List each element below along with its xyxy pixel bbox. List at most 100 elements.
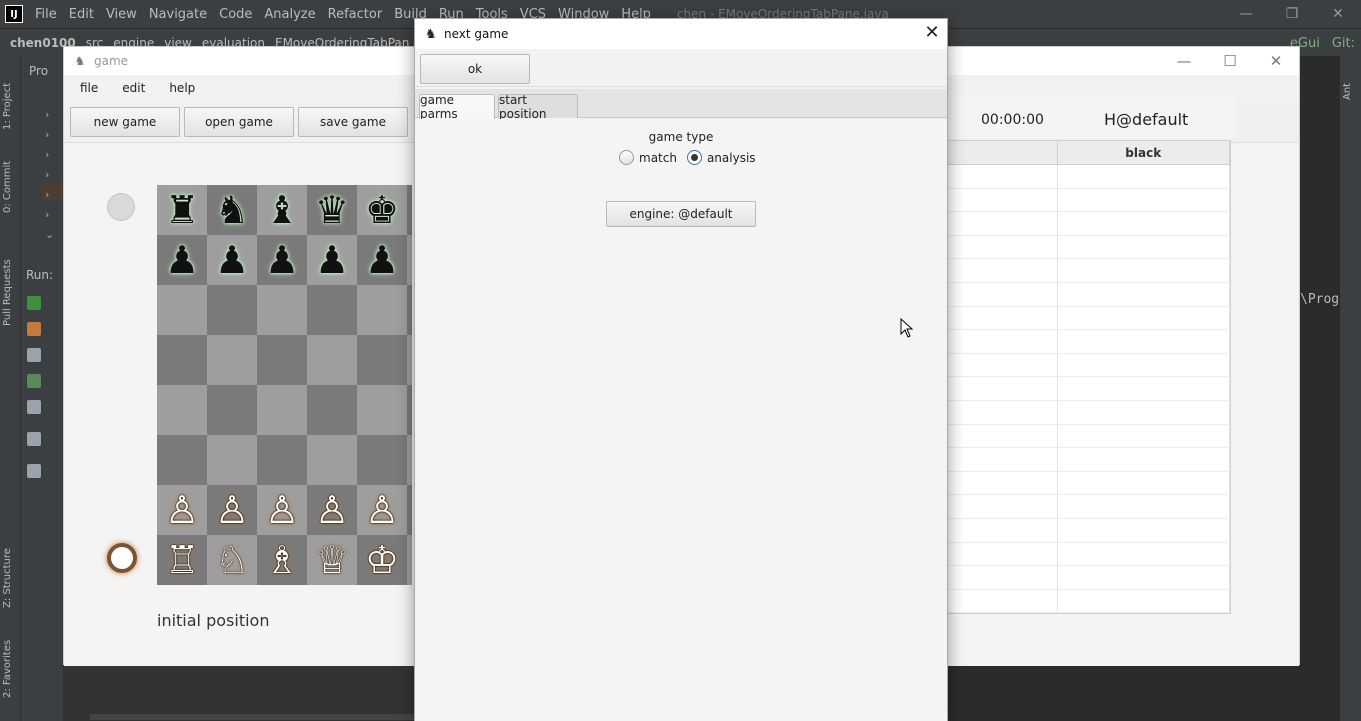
board-square[interactable] xyxy=(257,435,307,485)
board-square[interactable] xyxy=(407,485,412,535)
chess-piece[interactable]: ♝ xyxy=(265,191,299,229)
board-square[interactable]: ♟ xyxy=(357,235,407,285)
board-square[interactable]: ♙ xyxy=(357,485,407,535)
chess-piece[interactable]: ♞ xyxy=(215,191,249,229)
board-square[interactable]: ♗ xyxy=(257,535,307,585)
save-game-button[interactable]: save game xyxy=(298,107,408,137)
board-square[interactable] xyxy=(407,185,412,235)
board-square[interactable]: ♟ xyxy=(207,235,257,285)
chess-piece[interactable]: ♕ xyxy=(315,541,349,579)
ide-menu-item[interactable]: Analyze xyxy=(258,7,321,22)
ide-menu-item[interactable]: File xyxy=(29,7,63,22)
menu-edit[interactable]: edit xyxy=(122,81,145,95)
chess-piece[interactable]: ♟ xyxy=(315,241,349,279)
board-square[interactable]: ♝ xyxy=(257,185,307,235)
ide-menu-item[interactable]: Code xyxy=(213,7,258,22)
layout-icon[interactable] xyxy=(27,432,41,446)
board-square[interactable]: ♕ xyxy=(307,535,357,585)
chess-piece[interactable]: ♙ xyxy=(165,491,199,529)
rerun-icon[interactable] xyxy=(27,296,41,310)
tab-start-position[interactable]: start position xyxy=(498,93,578,121)
restore-icon[interactable]: ❐ xyxy=(1269,0,1315,28)
chess-piece[interactable]: ♟ xyxy=(215,241,249,279)
stop-icon[interactable] xyxy=(27,322,41,336)
board-square[interactable] xyxy=(257,335,307,385)
tool-tab-favorites[interactable]: 2: Favorites xyxy=(2,638,18,698)
tool-tab-project[interactable]: 1: Project xyxy=(2,70,18,130)
chess-board[interactable]: ♜ ♞ ♝ ♛ ♚ ♟ ♟ ♟ ♟ ♟ ♙ ♙ ♙ ♙ ♙ ♖ ♘ ♗ ♕ ♔ xyxy=(157,185,412,585)
board-square[interactable]: ♟ xyxy=(157,235,207,285)
chess-piece[interactable]: ♟ xyxy=(365,241,399,279)
board-square[interactable] xyxy=(207,435,257,485)
minimize-icon[interactable]: — xyxy=(1223,0,1269,28)
radio-match[interactable]: match xyxy=(619,150,677,165)
board-square[interactable]: ♔ xyxy=(357,535,407,585)
menu-file[interactable]: file xyxy=(80,81,98,95)
pin-icon[interactable] xyxy=(27,464,41,478)
board-square[interactable] xyxy=(407,335,412,385)
board-square[interactable] xyxy=(157,335,207,385)
open-game-button[interactable]: open game xyxy=(184,107,294,137)
board-square[interactable] xyxy=(157,385,207,435)
ide-menu-item[interactable]: View xyxy=(100,7,143,22)
board-square[interactable] xyxy=(157,285,207,335)
board-square[interactable] xyxy=(207,285,257,335)
chevron-right-icon[interactable]: › xyxy=(45,168,49,181)
camera-icon[interactable] xyxy=(27,348,41,362)
ide-menu-item[interactable]: Edit xyxy=(63,7,100,22)
board-square[interactable] xyxy=(257,385,307,435)
engine-button[interactable]: engine: @default xyxy=(606,201,756,227)
board-square[interactable] xyxy=(357,385,407,435)
tool-tab-pull-requests[interactable]: Pull Requests xyxy=(2,244,18,326)
project-panel-header[interactable]: Pro xyxy=(29,64,48,78)
new-game-button[interactable]: new game xyxy=(70,107,180,137)
board-square[interactable] xyxy=(357,285,407,335)
chess-piece[interactable]: ♟ xyxy=(265,241,299,279)
board-square[interactable] xyxy=(407,235,412,285)
board-square[interactable]: ♛ xyxy=(307,185,357,235)
board-square[interactable] xyxy=(357,335,407,385)
chess-piece[interactable]: ♙ xyxy=(365,491,399,529)
board-square[interactable]: ♙ xyxy=(207,485,257,535)
board-square[interactable]: ♜ xyxy=(157,185,207,235)
board-square[interactable] xyxy=(407,435,412,485)
board-square[interactable]: ♟ xyxy=(257,235,307,285)
close-icon[interactable]: ✕ xyxy=(917,19,947,49)
chess-piece[interactable]: ♖ xyxy=(165,541,199,579)
tool-tab-commit[interactable]: 0: Commit xyxy=(2,151,18,213)
close-icon[interactable]: ✕ xyxy=(1315,0,1361,28)
menu-help[interactable]: help xyxy=(169,81,195,95)
tool-tab-structure[interactable]: Z: Structure xyxy=(2,542,18,608)
board-square[interactable] xyxy=(307,385,357,435)
ide-menu-item[interactable]: Refactor xyxy=(322,7,389,22)
chevron-right-icon[interactable]: › xyxy=(45,128,49,141)
board-square[interactable] xyxy=(357,435,407,485)
chevron-right-icon[interactable]: › xyxy=(45,108,49,121)
tool-tab-ant[interactable]: Ant xyxy=(1342,68,1358,100)
chess-piece[interactable]: ♛ xyxy=(315,191,349,229)
board-square[interactable] xyxy=(157,435,207,485)
chess-piece[interactable]: ♜ xyxy=(165,191,199,229)
chess-piece[interactable]: ♚ xyxy=(365,191,399,229)
ide-menu-item[interactable]: Navigate xyxy=(143,7,213,22)
board-square[interactable]: ♙ xyxy=(157,485,207,535)
board-square[interactable]: ♞ xyxy=(207,185,257,235)
board-square[interactable] xyxy=(307,285,357,335)
ok-button[interactable]: ok xyxy=(420,54,530,84)
chess-piece[interactable]: ♘ xyxy=(215,541,249,579)
chevron-right-icon[interactable]: › xyxy=(45,208,49,221)
chess-piece[interactable]: ♙ xyxy=(265,491,299,529)
close-icon[interactable]: ✕ xyxy=(1253,47,1299,75)
chevron-right-icon[interactable]: › xyxy=(45,148,49,161)
board-square[interactable] xyxy=(257,285,307,335)
board-square[interactable] xyxy=(407,535,412,585)
board-square[interactable]: ♚ xyxy=(357,185,407,235)
board-square[interactable]: ♙ xyxy=(257,485,307,535)
board-square[interactable] xyxy=(407,385,412,435)
exit-icon[interactable] xyxy=(27,400,41,414)
board-square[interactable]: ♘ xyxy=(207,535,257,585)
board-square[interactable]: ♙ xyxy=(307,485,357,535)
board-square[interactable]: ♖ xyxy=(157,535,207,585)
debug-icon[interactable] xyxy=(27,374,41,388)
chevron-right-icon[interactable]: › xyxy=(45,188,49,201)
